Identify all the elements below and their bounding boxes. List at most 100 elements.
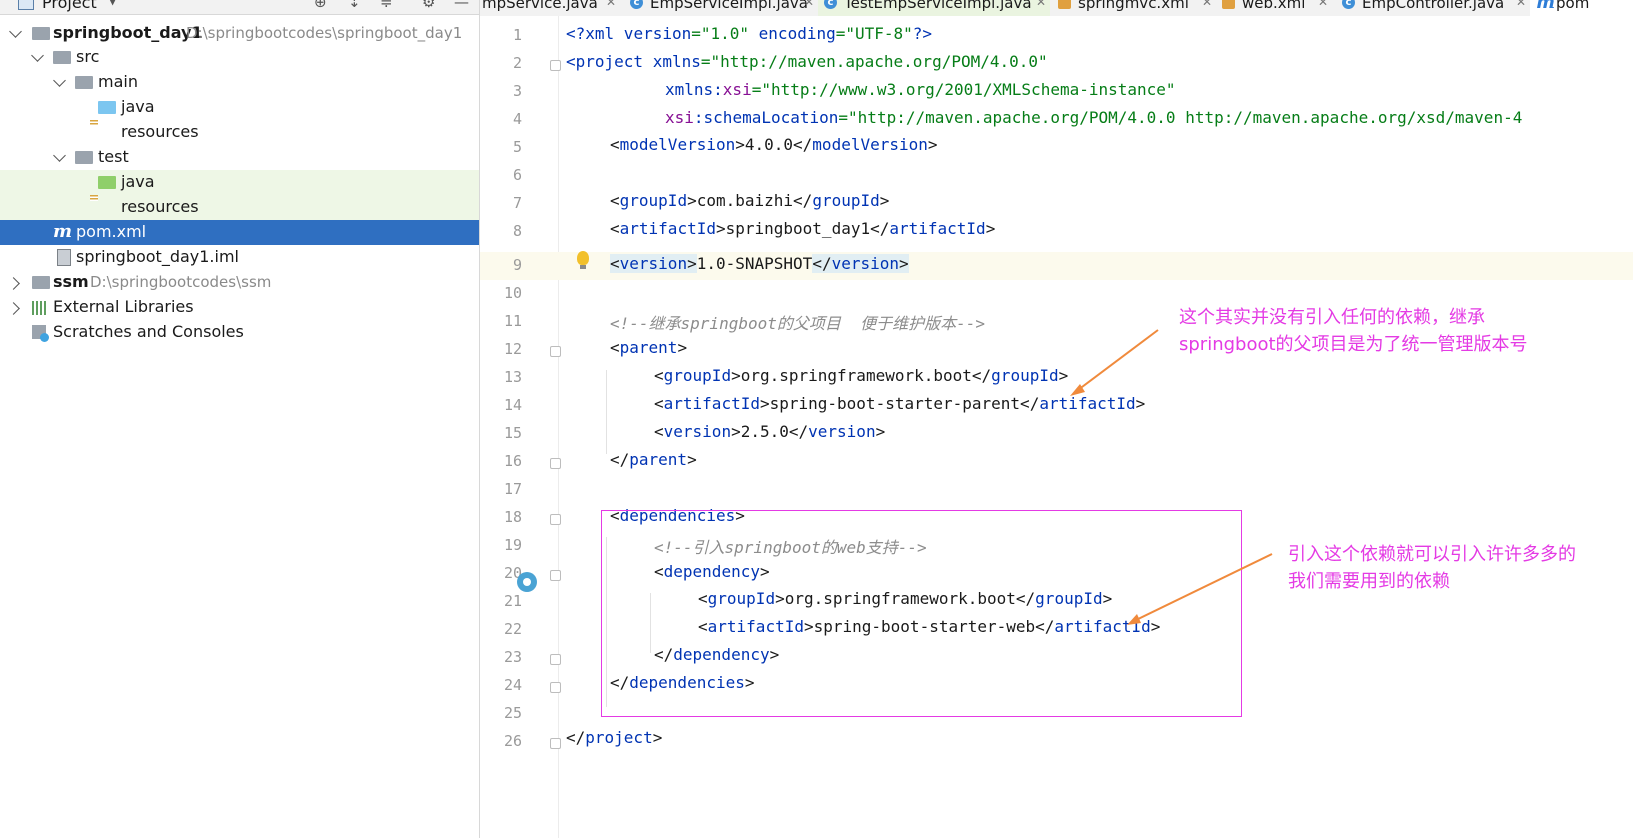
fold-marker-icon[interactable] — [550, 346, 561, 357]
xml-token: ="UTF-8" — [835, 24, 913, 43]
project-icon — [18, 0, 34, 10]
scratches-icon — [32, 325, 49, 342]
tree-item-label: ssm — [53, 272, 89, 291]
xml-token: version — [663, 422, 732, 441]
module-folder-icon — [32, 276, 50, 289]
tree-item-scratches[interactable]: Scratches and Consoles — [0, 320, 479, 345]
class-icon: c — [824, 0, 837, 9]
fold-marker-icon[interactable] — [550, 514, 561, 525]
xml-token: < — [610, 191, 620, 210]
code-line-13: <groupId>org.springframework.boot</group… — [654, 366, 1068, 385]
tab-pom[interactable]: m pom — [1530, 0, 1633, 16]
xml-token: groupId — [663, 366, 732, 385]
tree-item-src[interactable]: src — [0, 45, 479, 70]
annotation-text: 我们需要用到的依赖 — [1288, 571, 1450, 592]
xml-token: >springboot_day1</ — [715, 219, 890, 238]
tree-item-label: java — [121, 172, 155, 191]
collapse-all-icon[interactable]: ⇣ — [348, 0, 361, 11]
project-panel-title[interactable]: Project — [42, 0, 97, 12]
tree-item-main-resources[interactable]: resources — [0, 120, 479, 145]
xml-token: parent — [619, 338, 678, 357]
tree-item-label: java — [121, 97, 155, 116]
fold-marker-icon[interactable] — [550, 738, 561, 749]
tab-testempserviceimpl[interactable]: c TestEmpServiceImpl.java ✕ — [818, 0, 1050, 16]
chevron-right-icon[interactable] — [7, 302, 20, 315]
xml-token: ="http://maven.apache.org/POM/4.0.0" — [700, 52, 1048, 71]
file-icon — [57, 249, 71, 266]
tab-label: TestEmpServiceImpl.java — [844, 0, 1032, 12]
close-icon[interactable]: ✕ — [804, 0, 814, 9]
editor-tabs: mpService.java ✕ c EmpServiceImpl.java ✕… — [480, 0, 1633, 17]
chevron-down-icon[interactable] — [53, 74, 66, 87]
chevron-down-icon[interactable] — [31, 49, 44, 62]
fold-marker-icon[interactable] — [550, 570, 561, 581]
xml-token: xmlns: — [665, 80, 723, 99]
tree-item-pom-xml[interactable]: m pom.xml — [0, 220, 479, 245]
xml-token: artifactId — [1039, 394, 1136, 413]
tab-empservice[interactable]: mpService.java ✕ — [480, 0, 620, 16]
fold-marker-icon[interactable] — [550, 682, 561, 693]
xml-file-icon — [1222, 0, 1235, 9]
close-icon[interactable]: ✕ — [1036, 0, 1046, 9]
fold-marker-icon[interactable] — [550, 458, 561, 469]
xml-token: > — [899, 254, 909, 273]
tree-item-main[interactable]: main — [0, 70, 479, 95]
tree-item-label: Scratches and Consoles — [53, 322, 244, 341]
chevron-down-icon[interactable] — [53, 149, 66, 162]
fold-marker-icon[interactable] — [550, 654, 561, 665]
code-line-5: <modelVersion>4.0.0</modelVersion> — [610, 135, 938, 154]
tree-item-test-java[interactable]: java — [0, 170, 479, 195]
chevron-down-icon[interactable] — [9, 25, 22, 38]
tree-item-springboot-day1[interactable]: springboot_day1 D:\springbootcodes\sprin… — [0, 21, 479, 46]
xml-token: ?> — [912, 24, 933, 43]
xml-token: ="http://www.w3.org/2001/XMLSchema-insta… — [751, 80, 1176, 99]
tree-item-external-libraries[interactable]: External Libraries — [0, 295, 479, 320]
xml-token: parent — [629, 450, 688, 469]
tree-item-label: External Libraries — [53, 297, 194, 316]
xml-token: artifactId — [889, 219, 986, 238]
source-folder-icon — [98, 101, 116, 114]
xml-token: version — [808, 422, 876, 441]
tab-empcontroller[interactable]: c EmpController.java ✕ — [1336, 0, 1528, 16]
minimize-icon[interactable]: — — [454, 0, 469, 11]
tree-item-test[interactable]: test — [0, 145, 479, 170]
line-number: 18 — [503, 508, 522, 526]
locate-icon[interactable]: ⊕ — [314, 0, 327, 11]
xml-token: > — [1135, 394, 1146, 413]
tree-item-label: resources — [121, 122, 199, 141]
annotation-highlight-box — [601, 510, 1242, 717]
xml-token: >org.springframework.boot</ — [731, 366, 992, 385]
close-icon[interactable]: ✕ — [1318, 0, 1328, 9]
lightbulb-icon[interactable] — [577, 251, 589, 269]
code-line-4: xsi:schemaLocation="http://maven.apache.… — [665, 108, 1522, 127]
folder-icon — [53, 51, 71, 64]
chevron-right-icon[interactable] — [7, 277, 20, 290]
xml-token: > — [652, 728, 663, 747]
tab-label: springmvc.xml — [1078, 0, 1189, 12]
close-icon[interactable]: ✕ — [606, 0, 616, 9]
annotation-note-dependency: 引入这个依赖就可以引入许许多多的 我们需要用到的依赖 — [1288, 541, 1576, 595]
tab-web-xml[interactable]: web.xml ✕ — [1216, 0, 1332, 16]
xml-token: xsi — [665, 108, 694, 127]
close-icon[interactable]: ✕ — [1516, 0, 1526, 9]
maven-dependency-icon[interactable] — [517, 572, 537, 592]
xml-token: < — [610, 135, 620, 154]
tab-empserviceimpl[interactable]: c EmpServiceImpl.java ✕ — [624, 0, 816, 16]
tree-item-main-java[interactable]: java — [0, 95, 479, 120]
fold-marker-icon[interactable] — [550, 60, 561, 71]
line-number: 22 — [503, 620, 522, 638]
close-icon[interactable]: ✕ — [1202, 0, 1212, 9]
chevron-down-icon[interactable]: ▼ — [108, 0, 117, 7]
class-icon: c — [1342, 0, 1355, 9]
expand-all-icon[interactable]: ≑ — [380, 0, 393, 11]
tree-item-ssm[interactable]: ssm D:\springbootcodes\ssm — [0, 270, 479, 295]
xml-token: version — [619, 254, 688, 273]
tab-springmvc-xml[interactable]: springmvc.xml ✕ — [1052, 0, 1214, 16]
tree-item-test-resources[interactable]: resources — [0, 195, 479, 220]
tree-item-iml[interactable]: springboot_day1.iml — [0, 245, 479, 270]
maven-icon: m — [1536, 0, 1556, 13]
xml-token: > — [687, 450, 697, 469]
xml-token: xsi — [722, 80, 752, 99]
gear-icon[interactable]: ⚙ — [422, 0, 435, 11]
xml-token: < — [654, 394, 664, 413]
